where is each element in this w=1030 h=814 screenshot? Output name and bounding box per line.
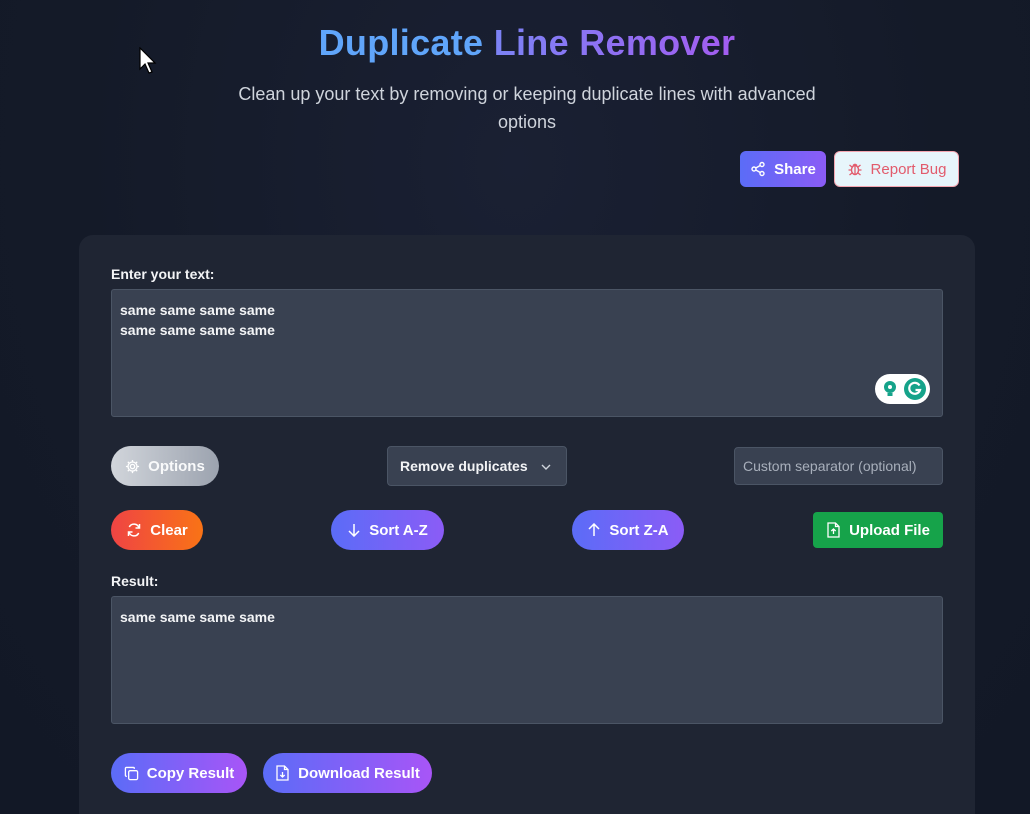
sort-za-button-label: Sort Z-A xyxy=(609,521,669,539)
options-button[interactable]: Options xyxy=(111,446,219,486)
sort-az-button[interactable]: Sort A-Z xyxy=(331,510,444,550)
result-label: Result: xyxy=(111,573,159,589)
copy-result-button-label: Copy Result xyxy=(146,764,235,782)
gear-icon xyxy=(126,459,140,473)
clear-button-label: Clear xyxy=(150,521,188,539)
grammarly-icon xyxy=(904,378,926,400)
report-bug-button[interactable]: Report Bug xyxy=(834,151,959,187)
share-button[interactable]: Share xyxy=(740,151,826,187)
upload-file-button-label: Upload File xyxy=(849,521,930,539)
share-icon xyxy=(751,161,765,177)
lightbulb-icon xyxy=(884,381,896,396)
bug-icon xyxy=(848,163,862,176)
custom-separator-input[interactable] xyxy=(734,447,943,485)
upload-file-button[interactable]: Upload File xyxy=(813,512,943,548)
page-title-part1: Duplicate xyxy=(318,22,484,63)
arrow-down-icon xyxy=(348,524,360,537)
file-upload-icon xyxy=(827,522,840,538)
clear-button[interactable]: Clear xyxy=(111,510,203,550)
grammarly-widget[interactable] xyxy=(875,374,930,404)
refresh-icon xyxy=(127,523,141,537)
file-download-icon xyxy=(276,765,289,781)
sort-az-button-label: Sort A-Z xyxy=(369,521,428,539)
input-textarea[interactable]: same same same same same same same same xyxy=(111,289,943,417)
share-button-label: Share xyxy=(774,160,816,178)
page-title-part2: Line Remover xyxy=(493,22,736,63)
copy-result-button[interactable]: Copy Result xyxy=(111,753,247,793)
copy-icon xyxy=(124,766,138,780)
download-result-button-label: Download Result xyxy=(298,764,420,782)
result-textarea[interactable]: same same same same xyxy=(111,596,943,724)
report-bug-button-label: Report Bug xyxy=(870,160,947,178)
input-label: Enter your text: xyxy=(111,266,215,282)
sort-za-button[interactable]: Sort Z-A xyxy=(572,510,684,550)
download-result-button[interactable]: Download Result xyxy=(263,753,432,793)
chevron-down-icon xyxy=(541,464,551,470)
arrow-up-icon xyxy=(588,523,600,536)
options-button-label: Options xyxy=(148,457,205,475)
mode-select[interactable]: Remove duplicates xyxy=(387,446,567,486)
mode-select-value: Remove duplicates xyxy=(400,458,528,474)
page-title: Duplicate Line Remover xyxy=(0,22,1030,64)
page-subtitle: Clean up your text by removing or keepin… xyxy=(238,84,816,132)
